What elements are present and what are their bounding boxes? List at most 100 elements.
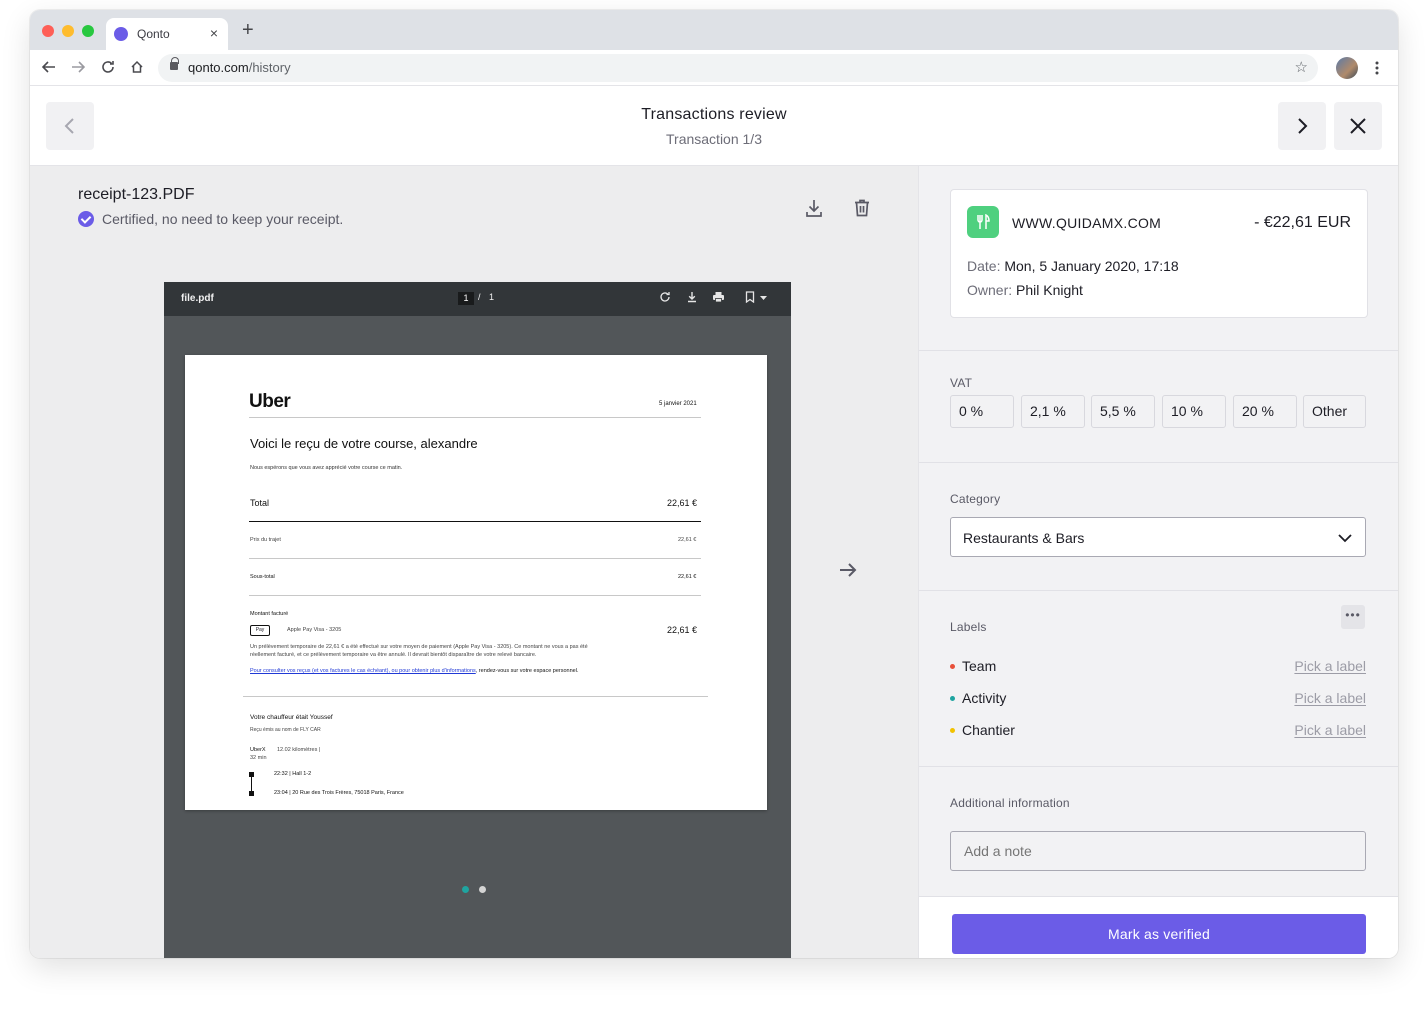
- additional-info-label: Additional information: [950, 796, 1070, 810]
- review-header: Transactions review Transaction 1/3: [30, 86, 1398, 166]
- transaction-amount: - €22,61 EUR: [1254, 214, 1351, 231]
- label-color-dot: [950, 728, 955, 733]
- trip-price-label: Prix du trajet: [250, 537, 281, 543]
- dropoff-info: 23:04 | 20 Rue des Trois Frères, 75018 P…: [274, 790, 404, 796]
- browser-tab[interactable]: Qonto ×: [106, 18, 228, 50]
- issued-for: Reçu émis au nom de FLY CAR: [250, 727, 321, 733]
- pdf-page-total: 1: [489, 292, 495, 302]
- route-line: [251, 777, 252, 791]
- next-page-arrow-icon[interactable]: [834, 556, 862, 584]
- attachment-file-name: receipt-123.PDF: [78, 186, 195, 203]
- bookmark-star-icon[interactable]: ☆: [1295, 58, 1308, 76]
- browser-window: Qonto × + qonto.com/history ☆ Transactio…: [30, 10, 1398, 958]
- notice-line-1: Un prélèvement temporaire de 22,61 € a é…: [250, 644, 588, 650]
- receipt-total-label: Total: [250, 498, 270, 508]
- restaurant-category-icon: [967, 206, 999, 238]
- mark-as-verified-button[interactable]: Mark as verified: [952, 914, 1366, 954]
- payment-method: Apple Pay Visa - 3205: [287, 627, 342, 633]
- close-review-button[interactable]: [1334, 102, 1382, 150]
- label-row-activity: Activity Pick a label: [950, 689, 1366, 709]
- labels-section-label: Labels: [950, 620, 987, 634]
- pick-label-link[interactable]: Pick a label: [1294, 658, 1366, 674]
- receipts-link[interactable]: Pour consulter vos reçus (et vos facture…: [250, 668, 476, 674]
- receipt-heading: Voici le reçu de votre course, alexandre: [250, 436, 478, 451]
- tab-close-icon[interactable]: ×: [210, 25, 218, 41]
- trash-icon[interactable]: [852, 198, 872, 218]
- attachment-pane: receipt-123.PDF Certified, no need to ke…: [30, 166, 918, 958]
- pdf-toolbar: file.pdf 1 / 1: [164, 282, 791, 316]
- transaction-details-pane: WWW.QUIDAMX.COM - €22,61 EUR Date: Mon, …: [918, 166, 1398, 958]
- pick-label-link[interactable]: Pick a label: [1294, 690, 1366, 706]
- lock-icon: [170, 57, 179, 70]
- transaction-counter: Transaction 1/3: [666, 131, 762, 147]
- certified-message: Certified, no need to keep your receipt.: [102, 211, 344, 227]
- browser-menu-icon[interactable]: [1374, 61, 1380, 75]
- vat-option-5-5[interactable]: 5,5 %: [1091, 395, 1155, 428]
- window-maximize-control[interactable]: [82, 25, 94, 37]
- category-select[interactable]: Restaurants & Bars: [950, 517, 1366, 557]
- label-name: Chantier: [962, 722, 1015, 738]
- transaction-card: WWW.QUIDAMX.COM - €22,61 EUR Date: Mon, …: [950, 189, 1368, 318]
- profile-avatar[interactable]: [1336, 57, 1358, 79]
- pickup-info: 22:32 | Hall 1-2: [274, 771, 312, 777]
- pdf-download-icon[interactable]: [686, 291, 698, 303]
- receipt-date: 5 janvier 2021: [659, 401, 697, 407]
- chevron-down-icon: [1338, 534, 1352, 543]
- billed-value: 22,61 €: [667, 625, 698, 635]
- carousel-dot[interactable]: [479, 886, 486, 893]
- label-row-chantier: Chantier Pick a label: [950, 721, 1366, 741]
- window-close-control[interactable]: [42, 25, 54, 37]
- ride-distance: 12.02 kilomètres |: [277, 747, 321, 753]
- download-icon[interactable]: [804, 198, 824, 218]
- pdf-page: Uber 5 janvier 2021 Voici le reçu de vot…: [185, 355, 767, 810]
- print-icon[interactable]: [712, 291, 725, 303]
- merchant-name: WWW.QUIDAMX.COM: [1012, 215, 1162, 231]
- tab-title: Qonto: [137, 27, 170, 41]
- driver-label: Votre chauffeur était Youssef: [250, 714, 333, 721]
- note-input[interactable]: [950, 831, 1366, 871]
- pdf-page-input[interactable]: 1: [458, 292, 474, 305]
- qonto-favicon-icon: [114, 27, 128, 41]
- ride-duration: 32 min: [250, 755, 267, 761]
- ride-type: UberX: [250, 747, 266, 753]
- address-bar[interactable]: qonto.com/history ☆: [158, 54, 1318, 82]
- labels-more-button[interactable]: •••: [1341, 605, 1365, 629]
- certified-badge-icon: [78, 211, 94, 227]
- reload-icon[interactable]: [101, 60, 115, 74]
- forward-arrow-icon[interactable]: [71, 60, 85, 74]
- bookmark-dropdown-icon[interactable]: [760, 296, 767, 301]
- rotate-icon[interactable]: [659, 291, 671, 303]
- review-footer: Mark as verified: [919, 896, 1398, 958]
- fork-knife-icon: [977, 214, 990, 229]
- url-text: qonto.com/history: [188, 60, 291, 75]
- browser-toolbar: qonto.com/history ☆: [30, 50, 1398, 86]
- pdf-page-separator: /: [478, 292, 481, 302]
- vat-option-2-1[interactable]: 2,1 %: [1021, 395, 1085, 428]
- vat-option-other[interactable]: Other: [1303, 395, 1366, 428]
- trip-price-value: 22,61 €: [678, 537, 697, 543]
- new-tab-button[interactable]: +: [242, 20, 254, 40]
- chevron-right-icon: [1298, 118, 1308, 134]
- receipt-total-value: 22,61 €: [667, 498, 698, 508]
- bookmark-icon[interactable]: [744, 291, 756, 303]
- browser-tab-bar: Qonto × +: [30, 10, 1398, 50]
- carousel-dot-active[interactable]: [462, 886, 469, 893]
- window-minimize-control[interactable]: [62, 25, 74, 37]
- receipt-subheading: Nous espérons que vous avez apprécié vot…: [250, 465, 403, 471]
- pick-label-link[interactable]: Pick a label: [1294, 722, 1366, 738]
- vat-section-label: VAT: [950, 376, 973, 390]
- vat-option-0[interactable]: 0 %: [950, 395, 1014, 428]
- notice-line-2: réellement facturé, et ce prélèvement te…: [250, 652, 537, 658]
- label-color-dot: [950, 696, 955, 701]
- vat-option-10[interactable]: 10 %: [1162, 395, 1226, 428]
- label-color-dot: [950, 664, 955, 669]
- vat-option-20[interactable]: 20 %: [1233, 395, 1297, 428]
- home-icon[interactable]: [130, 60, 144, 74]
- pdf-viewer: file.pdf 1 / 1 Uber 5 janvier 2021 Voici…: [164, 282, 791, 958]
- subtotal-value: 22,61 €: [678, 574, 697, 580]
- apple-pay-badge-icon: Pay: [250, 625, 270, 636]
- back-arrow-icon[interactable]: [42, 60, 56, 74]
- next-transaction-button[interactable]: [1278, 102, 1326, 150]
- close-icon: [1350, 118, 1366, 134]
- label-name: Team: [962, 658, 997, 674]
